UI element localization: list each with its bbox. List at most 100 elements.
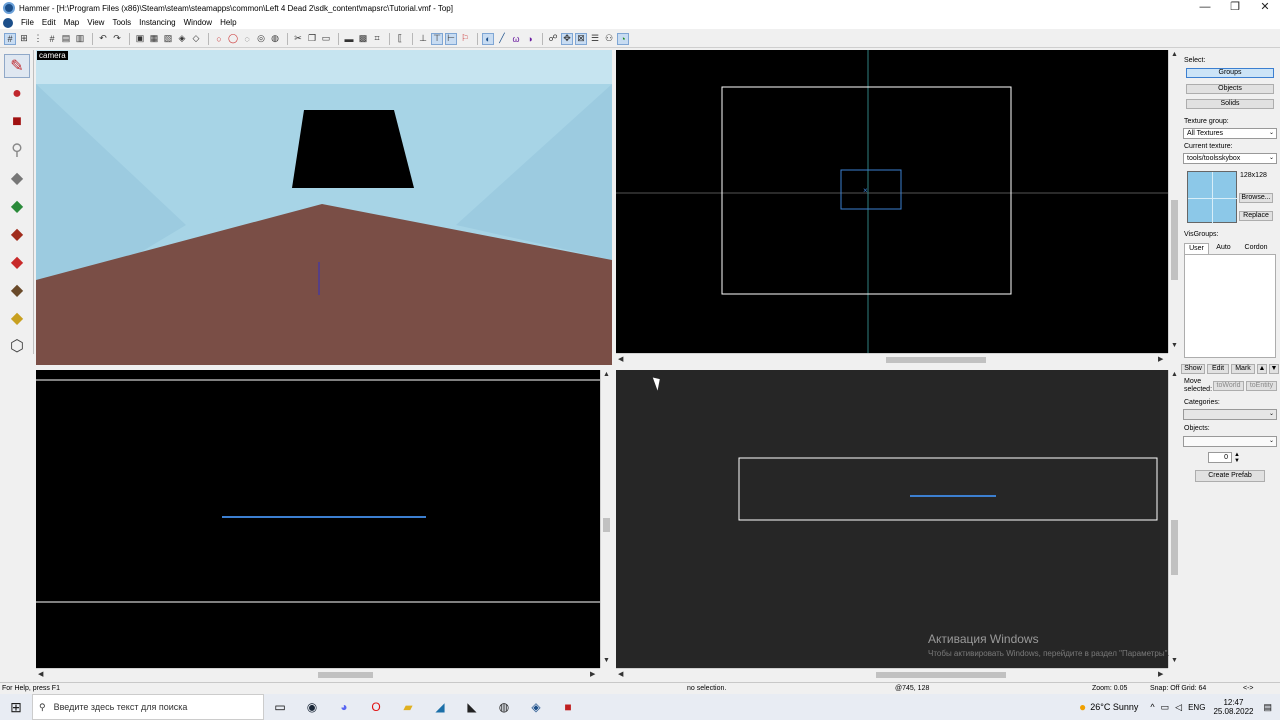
side-viewport-hscroll[interactable]: ◀ ▶	[616, 668, 1168, 680]
opera-icon[interactable]: O	[360, 694, 392, 720]
move-up-icon[interactable]: ▲	[1257, 364, 1267, 374]
path-tool-icon[interactable]: ⬡	[4, 334, 30, 358]
sprite-icon[interactable]: ╱	[496, 33, 508, 45]
browse-button[interactable]: Browse...	[1239, 193, 1273, 203]
side-viewport[interactable]	[616, 370, 1168, 668]
minimize-button[interactable]: —	[1190, 0, 1220, 16]
grid-fine-icon[interactable]: #	[46, 33, 58, 45]
front-viewport-hscroll[interactable]: ◀ ▶	[36, 668, 600, 680]
volume-icon[interactable]: ◁	[1175, 702, 1182, 713]
windows-start-icon[interactable]: ⊞	[0, 694, 32, 720]
texture-group-select[interactable]: All Textures ⌄	[1183, 128, 1277, 139]
scroll-right-icon[interactable]: ▶	[1158, 670, 1163, 678]
menu-map[interactable]: Map	[60, 18, 84, 27]
move-down-icon[interactable]: ▼	[1269, 364, 1279, 374]
tray-chevron-icon[interactable]: ^	[1150, 702, 1154, 712]
maximize-button[interactable]: ❐	[1220, 0, 1250, 16]
menu-file[interactable]: File	[17, 18, 38, 27]
scroll-thumb[interactable]	[318, 672, 373, 678]
texture-tool-icon[interactable]: ◆	[4, 194, 30, 218]
hide-items-icon[interactable]: ⊢	[445, 32, 457, 45]
menu-help[interactable]: Help	[216, 18, 240, 27]
front-viewport[interactable]	[36, 370, 600, 668]
task-view-icon[interactable]: ▭	[264, 694, 296, 720]
texture-app-icon[interactable]: ⟦	[394, 33, 406, 45]
instance-icon[interactable]: ◐	[482, 32, 494, 45]
selected-entity-box[interactable]	[840, 169, 902, 210]
scroll-thumb[interactable]	[1171, 520, 1178, 575]
top-viewport-vscroll[interactable]: ▲ ▼	[1168, 50, 1180, 353]
scroll-thumb[interactable]	[886, 357, 986, 363]
network-icon[interactable]: ▭	[1161, 702, 1170, 713]
unhide-icon[interactable]: ◯	[227, 33, 239, 45]
model-icon[interactable]: ω	[510, 33, 522, 45]
cordon-icon[interactable]: ◎	[255, 33, 267, 45]
weather-icon[interactable]: ●	[1079, 700, 1086, 714]
scroll-up-icon[interactable]: ▲	[603, 371, 610, 378]
language-indicator[interactable]: ENG	[1188, 703, 1205, 712]
tab-user[interactable]: User	[1184, 243, 1209, 254]
load-window-state-icon[interactable]: ▤	[60, 33, 72, 45]
vertex-tool-icon[interactable]: ◆	[4, 306, 30, 330]
select-groups-button[interactable]: Groups	[1186, 68, 1274, 78]
larger-grid-icon[interactable]: ❐	[306, 33, 318, 45]
carve-icon[interactable]: ▣	[134, 33, 146, 45]
tab-auto[interactable]: Auto	[1211, 243, 1236, 254]
room-brush-outline[interactable]	[738, 457, 1158, 521]
sound-icon[interactable]: ◔	[617, 32, 629, 45]
occluder-icon[interactable]: ☰	[589, 33, 601, 45]
to-entity-button[interactable]: toEntity	[1246, 381, 1277, 391]
block-tool-icon[interactable]: ◆	[4, 166, 30, 190]
visgroups-list[interactable]	[1184, 254, 1276, 358]
undo-icon[interactable]: ↶	[97, 33, 109, 45]
count-stepper[interactable]: ▲ ▼	[1234, 452, 1240, 464]
file-explorer-icon[interactable]: ▰	[392, 694, 424, 720]
objects-select[interactable]: ⌄	[1183, 436, 1277, 447]
menu-instancing[interactable]: Instancing	[135, 18, 179, 27]
weather-text[interactable]: 26°C Sunny	[1090, 702, 1138, 712]
texture-lock-icon[interactable]: ◌	[241, 33, 253, 45]
ungroup-icon[interactable]: ▧	[162, 33, 174, 45]
menu-tools[interactable]: Tools	[108, 18, 135, 27]
discord-icon[interactable]: ◕	[328, 694, 360, 720]
ignore-groups-icon[interactable]: ⊤	[431, 32, 443, 45]
show-helpers-icon[interactable]: ⚐	[459, 33, 471, 45]
obs-icon[interactable]: ◍	[488, 694, 520, 720]
selection-tool-icon[interactable]: ✎	[4, 54, 30, 78]
grid-dots-icon[interactable]: ⋮	[32, 33, 44, 45]
hammer-taskbar-icon[interactable]: ◈	[520, 694, 552, 720]
snap-grid-icon[interactable]: ◍	[269, 33, 281, 45]
group-icon[interactable]: ▦	[148, 33, 160, 45]
area-portal-icon[interactable]: ⊠	[575, 32, 587, 45]
select-solids-button[interactable]: Solids	[1186, 99, 1274, 109]
scroll-thumb[interactable]	[876, 672, 1006, 678]
camera-viewport[interactable]: camera	[36, 50, 612, 365]
scroll-up-icon[interactable]: ▲	[1171, 51, 1178, 58]
check-map-icon[interactable]: ▩	[357, 33, 369, 45]
notifications-icon[interactable]: ▤	[1263, 702, 1272, 713]
menu-edit[interactable]: Edit	[38, 18, 60, 27]
select-objects-button[interactable]: Objects	[1186, 84, 1274, 94]
to-entity-icon[interactable]: ◇	[190, 33, 202, 45]
to-world-icon[interactable]: ◈	[176, 33, 188, 45]
tab-cordon[interactable]: Cordon	[1240, 243, 1272, 254]
top-viewport[interactable]: ×	[616, 50, 1168, 353]
grid-3d-icon[interactable]: ⊞	[18, 33, 30, 45]
entity-tool-icon[interactable]: ⚲	[4, 138, 30, 162]
redo-icon[interactable]: ↷	[111, 33, 123, 45]
detail-icon[interactable]: ⚇	[603, 33, 615, 45]
side-viewport-vscroll[interactable]: ▲ ▼	[1168, 370, 1180, 668]
l4d2-icon[interactable]: ■	[552, 694, 584, 720]
hide-icon[interactable]: ○	[213, 33, 225, 45]
overlay-tool-icon[interactable]: ◆	[4, 250, 30, 274]
scroll-right-icon[interactable]: ▶	[590, 670, 595, 678]
steamvr-icon[interactable]: ◣	[456, 694, 488, 720]
scroll-down-icon[interactable]: ▼	[1171, 657, 1178, 664]
clock[interactable]: 12:47 25.08.2022	[1213, 698, 1253, 716]
scroll-right-icon[interactable]: ▶	[1158, 355, 1163, 363]
apply-decal-icon[interactable]: ◆	[4, 222, 30, 246]
save-window-state-icon[interactable]: ▥	[74, 33, 86, 45]
menu-view[interactable]: View	[83, 18, 108, 27]
scroll-left-icon[interactable]: ◀	[618, 355, 623, 363]
ok-icon[interactable]: ☍	[547, 33, 559, 45]
